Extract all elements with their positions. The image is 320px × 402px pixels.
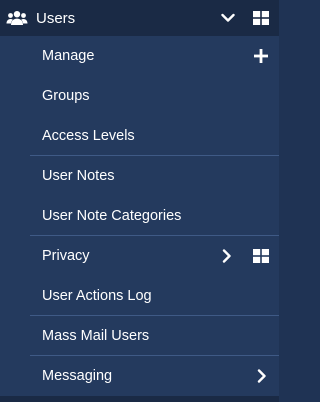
grid-icon[interactable] [253,10,269,26]
plus-icon[interactable] [253,48,269,64]
menu-item-manage[interactable]: Manage [0,36,279,76]
users-icon [6,10,28,26]
users-menu-title: Users [36,9,76,27]
menu-item-messaging[interactable]: Messaging [0,356,279,396]
menu-item-label: User Notes [42,168,115,184]
menu-item-label: Messaging [42,368,113,384]
menu-item-label: Groups [42,88,90,104]
users-submenu: Manage Groups Access Levels User Notes U… [0,36,279,396]
chevron-right-icon[interactable] [220,248,234,264]
menu-item-label: User Note Categories [42,208,182,224]
chevron-right-icon[interactable] [255,368,269,384]
menu-item-groups[interactable]: Groups [0,76,279,116]
menu-item-label: Access Levels [42,128,135,144]
menu-item-user-note-categories[interactable]: User Note Categories [0,196,279,236]
menu-item-mass-mail-users[interactable]: Mass Mail Users [0,316,279,356]
menu-item-privacy[interactable]: Privacy [0,236,279,276]
menu-item-label: Mass Mail Users [42,328,150,344]
menu-item-user-actions-log[interactable]: User Actions Log [0,276,279,316]
menu-item-access-levels[interactable]: Access Levels [0,116,279,156]
users-menu-header[interactable]: Users [0,0,279,36]
menu-item-label: Manage [42,48,95,64]
users-menu: Users Manage Groups Access Levels User N… [0,0,279,402]
grid-icon[interactable] [253,248,269,264]
chevron-down-icon[interactable] [220,10,236,26]
menu-item-label: User Actions Log [42,288,152,304]
menu-item-user-notes[interactable]: User Notes [0,156,279,196]
menu-item-label: Privacy [42,248,90,264]
menu-bottom-edge [0,396,279,402]
